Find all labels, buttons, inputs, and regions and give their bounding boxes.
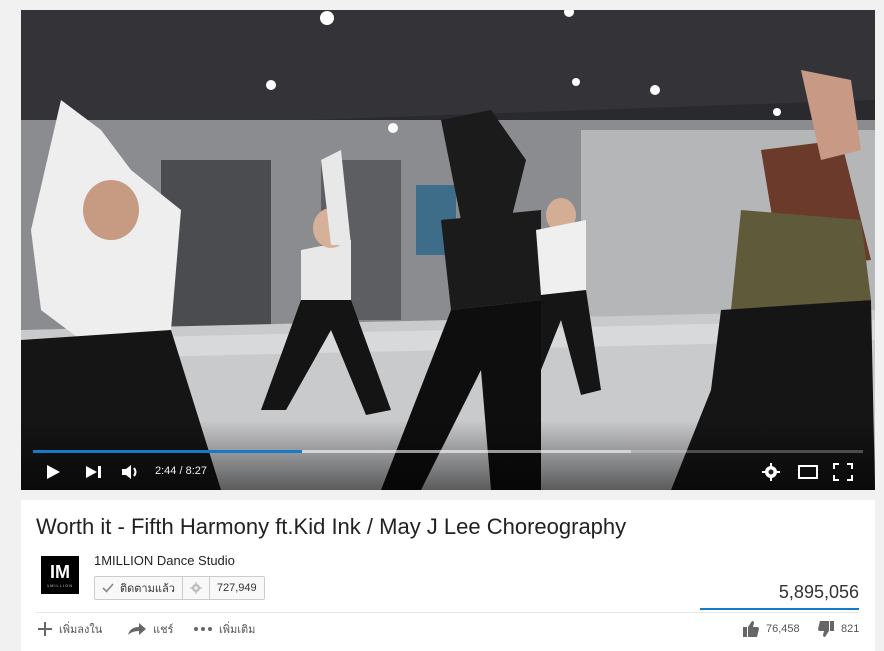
thumbs-up-icon xyxy=(743,621,759,637)
subscribe-button-main[interactable]: ติดตามแล้ว xyxy=(95,577,182,599)
theater-mode-icon xyxy=(798,465,818,479)
video-frame xyxy=(21,10,875,490)
checkmark-icon xyxy=(102,583,114,593)
next-icon xyxy=(86,466,101,478)
channel-avatar[interactable]: IM 1MILLION xyxy=(41,556,79,594)
settings-button[interactable] xyxy=(762,460,780,484)
like-button[interactable]: 76,458 xyxy=(742,620,800,638)
dislike-count: 821 xyxy=(841,623,860,635)
play-icon xyxy=(47,465,60,479)
like-ratio-bar xyxy=(700,608,859,610)
progress-bar[interactable] xyxy=(33,450,863,453)
subscribe-label: ติดตามแล้ว xyxy=(120,583,175,595)
more-icon xyxy=(194,627,212,631)
dislike-button[interactable]: 821 xyxy=(817,620,859,638)
share-icon xyxy=(128,623,146,635)
theater-mode-button[interactable] xyxy=(798,460,818,484)
video-player[interactable]: 2:44 / 8:27 xyxy=(21,10,875,490)
more-label: เพิ่มเติม xyxy=(219,624,256,636)
volume-icon xyxy=(122,465,137,479)
play-button[interactable] xyxy=(45,460,61,484)
fullscreen-icon xyxy=(833,463,853,481)
video-info-card: Worth it - Fifth Harmony ft.Kid Ink / Ma… xyxy=(21,500,875,651)
fullscreen-button[interactable] xyxy=(833,460,853,484)
gear-icon xyxy=(762,463,780,481)
more-button[interactable]: เพิ่มเติม xyxy=(193,620,255,638)
like-count: 76,458 xyxy=(766,623,800,635)
add-to-label: เพิ่มลงใน xyxy=(59,624,103,636)
next-button[interactable] xyxy=(85,460,103,484)
view-count: 5,895,056 xyxy=(778,582,859,602)
plus-icon xyxy=(38,622,52,636)
share-button[interactable]: แชร์ xyxy=(127,620,173,638)
thumbs-down-icon xyxy=(818,621,834,637)
gear-icon xyxy=(189,582,202,594)
volume-button[interactable] xyxy=(121,460,141,484)
subscribe-button[interactable]: ติดตามแล้ว 727,949 xyxy=(94,576,265,600)
notification-settings-button[interactable] xyxy=(181,577,209,599)
share-label: แชร์ xyxy=(153,624,174,636)
avatar-logo-text: IM xyxy=(50,561,70,582)
video-title: Worth it - Fifth Harmony ft.Kid Ink / Ma… xyxy=(36,514,627,539)
add-to-button[interactable]: เพิ่มลงใน xyxy=(37,620,102,638)
controls-gradient xyxy=(21,420,875,490)
channel-name[interactable]: 1MILLION Dance Studio xyxy=(94,553,235,568)
avatar-logo-subtext: 1MILLION xyxy=(46,582,74,588)
divider xyxy=(36,612,859,613)
subscriber-count: 727,949 xyxy=(208,577,264,599)
time-display: 2:44 / 8:27 xyxy=(155,465,207,477)
progress-played xyxy=(33,450,302,453)
